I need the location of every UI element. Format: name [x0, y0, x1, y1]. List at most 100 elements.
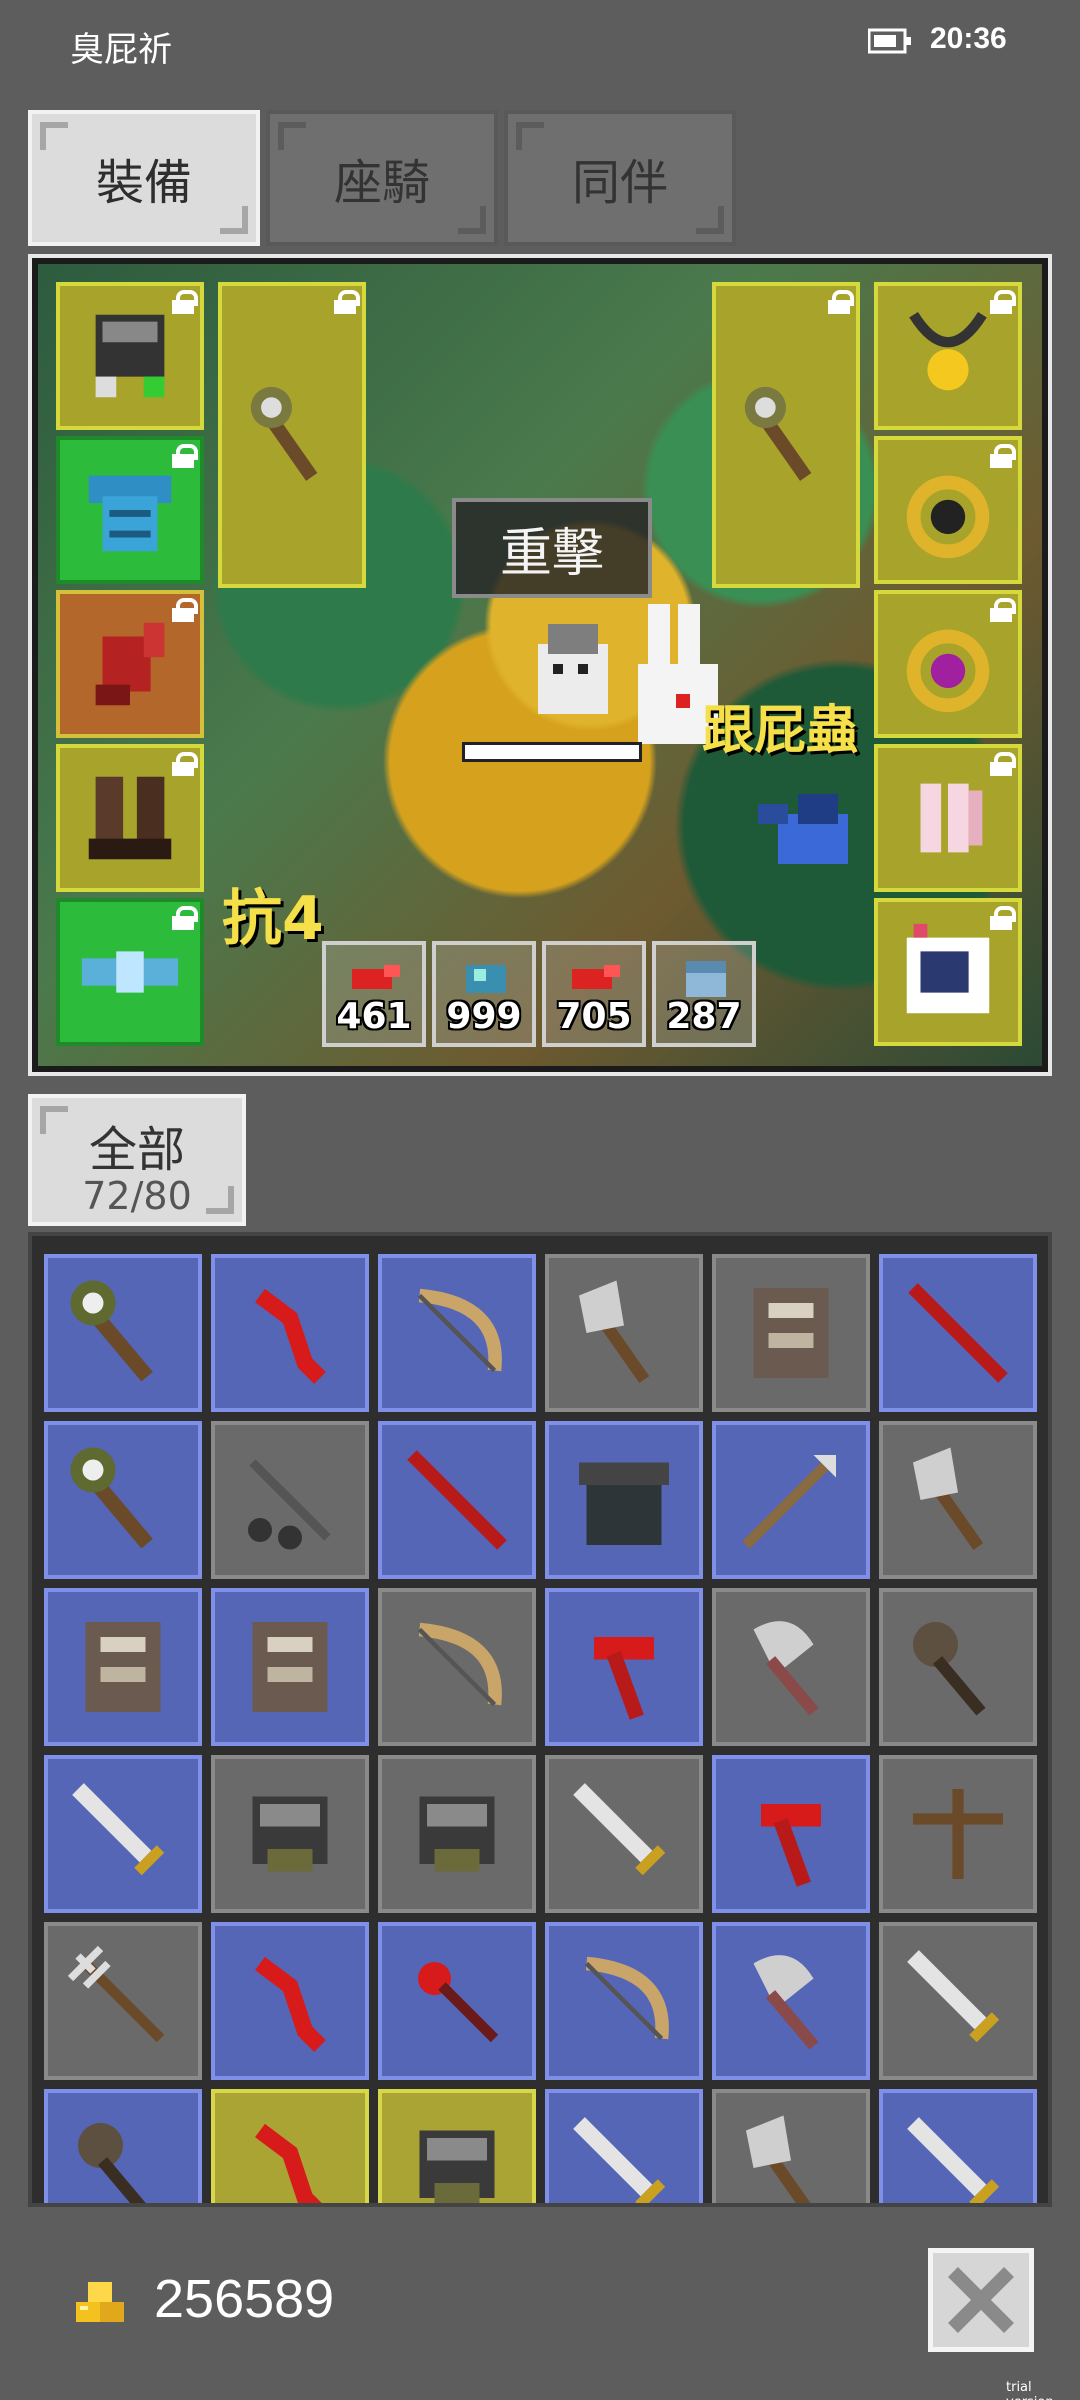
helmet-slot[interactable] — [56, 282, 204, 430]
sword-icon — [573, 1783, 666, 1876]
trident-icon — [67, 1945, 165, 2043]
inventory-panel[interactable] — [28, 1232, 1052, 2207]
hp-bar — [462, 742, 642, 762]
inventory-slot[interactable] — [879, 1755, 1037, 1913]
bow-icon — [417, 1622, 502, 1707]
inventory-slot[interactable] — [545, 2089, 703, 2203]
inventory-slot[interactable] — [378, 1421, 536, 1579]
inventory-slot[interactable] — [211, 1922, 369, 2080]
inventory-slot[interactable] — [44, 1254, 202, 1412]
inventory-slot[interactable] — [879, 1254, 1037, 1412]
counter-value: 461 — [336, 996, 412, 1037]
inventory-slot[interactable] — [211, 1755, 369, 1913]
armor-icon — [252, 1622, 328, 1712]
pet-name: 跟屁蟲 — [702, 701, 859, 761]
bow-icon — [417, 1288, 502, 1373]
inventory-slot[interactable] — [545, 1922, 703, 2080]
ring-slot-2[interactable] — [874, 590, 1022, 738]
mace-icon — [70, 1447, 153, 1549]
consumable-counter[interactable]: 461 — [322, 941, 426, 1047]
axe-icon — [746, 2115, 817, 2203]
lock-icon — [172, 290, 198, 314]
red-spear-icon — [407, 1450, 507, 1550]
inventory-slot[interactable] — [44, 1588, 202, 1746]
red-staff-icon — [418, 1962, 499, 2043]
mace-icon — [70, 1280, 153, 1382]
inventory-slot[interactable] — [712, 1421, 870, 1579]
ring-slot-1[interactable] — [874, 436, 1022, 584]
inventory-slot[interactable] — [378, 1755, 536, 1913]
helmet-icon — [95, 314, 165, 398]
inventory-slot[interactable] — [545, 1755, 703, 1913]
consumable-counter[interactable]: 705 — [542, 941, 646, 1047]
armor-icon — [753, 1288, 829, 1378]
pet-card-slot[interactable] — [874, 898, 1022, 1046]
wings-icon — [920, 783, 983, 853]
gold-coins-icon — [76, 2282, 124, 2322]
red-item-icon — [572, 965, 620, 989]
lock-icon — [172, 906, 198, 930]
tab-equipment[interactable]: 裝備 — [28, 110, 260, 246]
inventory-filter-all[interactable]: 全部 72/80 — [28, 1094, 246, 1226]
inventory-slot[interactable] — [545, 1588, 703, 1746]
inventory-slot[interactable] — [712, 1922, 870, 2080]
inventory-slot[interactable] — [879, 1922, 1037, 2080]
inventory-slot[interactable] — [211, 1588, 369, 1746]
inventory-slot[interactable] — [44, 1421, 202, 1579]
inventory-slot[interactable] — [879, 1421, 1037, 1579]
inventory-slot[interactable] — [211, 1421, 369, 1579]
inventory-slot[interactable] — [44, 2089, 202, 2203]
inventory-slot[interactable] — [44, 1922, 202, 2080]
inventory-slot[interactable] — [712, 2089, 870, 2203]
lock-icon — [172, 752, 198, 776]
inventory-slot[interactable] — [378, 1922, 536, 2080]
necklace-slot[interactable] — [874, 282, 1022, 430]
equipment-panel: 重擊 跟屁蟲 抗4 461 999 705 287 — [28, 254, 1052, 1076]
armor-icon — [85, 1622, 161, 1712]
tab-corner — [40, 122, 68, 150]
inventory-slot[interactable] — [378, 2089, 536, 2203]
red-item-icon — [352, 965, 400, 989]
inventory-slot[interactable] — [879, 2089, 1037, 2203]
red-hammer-icon — [594, 1637, 654, 1720]
red-blade-icon — [255, 2123, 322, 2203]
red-blade-icon — [255, 1956, 326, 2052]
belt-slot[interactable] — [56, 898, 204, 1046]
flail-icon — [248, 1459, 331, 1550]
necklace-icon — [909, 311, 987, 391]
gloves-slot[interactable] — [56, 590, 204, 738]
inventory-slot[interactable] — [44, 1755, 202, 1913]
battle-axe-icon — [753, 1621, 819, 1716]
dark-armor-icon — [579, 1462, 669, 1545]
player-name: 臭屁祈 — [70, 30, 172, 70]
wings-slot[interactable] — [874, 744, 1022, 892]
consumable-counter[interactable]: 999 — [432, 941, 536, 1047]
tab-companion[interactable]: 同伴 — [504, 110, 736, 246]
inventory-slot[interactable] — [545, 1421, 703, 1579]
boots-slot[interactable] — [56, 744, 204, 892]
offhand-weapon-slot[interactable] — [712, 282, 860, 588]
helmet-icon — [419, 1796, 495, 1872]
close-button[interactable] — [928, 2248, 1034, 2352]
inventory-slot[interactable] — [378, 1588, 536, 1746]
inventory-slot[interactable] — [545, 1254, 703, 1412]
sword-icon — [573, 2117, 666, 2203]
tab-corner — [458, 206, 486, 234]
inventory-slot[interactable] — [712, 1755, 870, 1913]
mace-icon — [744, 386, 812, 481]
sword-icon — [72, 1783, 165, 1876]
tab-mount[interactable]: 座騎 — [266, 110, 498, 246]
blue-chest-icon — [686, 961, 726, 997]
inventory-slot[interactable] — [378, 1254, 536, 1412]
club-icon — [913, 1622, 986, 1716]
inventory-slot[interactable] — [712, 1254, 870, 1412]
inventory-slot[interactable] — [211, 2089, 369, 2203]
battery-icon — [868, 28, 911, 54]
main-weapon-slot[interactable] — [218, 282, 366, 588]
inventory-slot[interactable] — [712, 1588, 870, 1746]
armor-slot[interactable] — [56, 436, 204, 584]
inventory-slot[interactable] — [211, 1254, 369, 1412]
tab-label: 同伴 — [571, 155, 668, 211]
inventory-slot[interactable] — [879, 1588, 1037, 1746]
consumable-counter[interactable]: 287 — [652, 941, 756, 1047]
